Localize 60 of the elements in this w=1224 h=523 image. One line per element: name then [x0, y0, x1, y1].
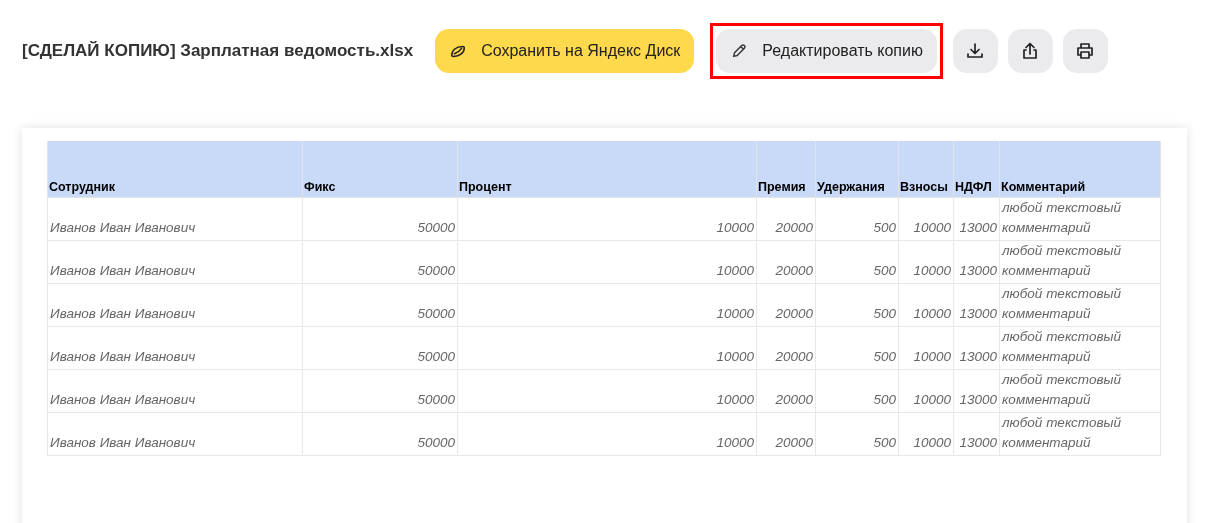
column-header: Премия — [756, 141, 816, 198]
table-cell: 50000 — [302, 412, 458, 456]
table-cell: Иванов Иван Иванович — [47, 197, 303, 241]
table-cell: 20000 — [756, 326, 816, 370]
table-cell: 10000 — [457, 326, 757, 370]
print-button[interactable] — [1062, 29, 1108, 73]
column-header: Сотрудник — [47, 141, 303, 198]
download-button[interactable] — [952, 29, 998, 73]
download-icon — [965, 41, 986, 61]
table-cell: 20000 — [756, 412, 816, 456]
share-button[interactable] — [1007, 29, 1053, 73]
table-cell: 20000 — [756, 369, 816, 413]
table-cell: 500 — [815, 283, 899, 327]
table-cell: 13000 — [953, 412, 1000, 456]
edit-copy-button[interactable]: Редактировать копию — [716, 29, 937, 73]
table-cell: 500 — [815, 197, 899, 241]
table-cell: 500 — [815, 412, 899, 456]
table-cell: 10000 — [457, 412, 757, 456]
table-cell: Иванов Иван Иванович — [47, 240, 303, 284]
column-header: Комментарий — [999, 141, 1161, 198]
column-header: Процент — [457, 141, 757, 198]
table-cell: любой текстовый комментарий — [999, 412, 1161, 456]
table-cell: 50000 — [302, 369, 458, 413]
table-cell: 500 — [815, 240, 899, 284]
column-header: Фикс — [302, 141, 458, 198]
table-cell: Иванов Иван Иванович — [47, 283, 303, 327]
table-cell: 10000 — [898, 369, 954, 413]
column-header: Взносы — [898, 141, 954, 198]
table-cell: 20000 — [756, 197, 816, 241]
table-cell: 10000 — [898, 283, 954, 327]
table-cell: 13000 — [953, 283, 1000, 327]
document-title: [СДЕЛАЙ КОПИЮ] Зарплатная ведомость.xlsx — [22, 41, 414, 61]
table-cell: Иванов Иван Иванович — [47, 369, 303, 413]
table-cell: 13000 — [953, 240, 1000, 284]
table-cell: 13000 — [953, 369, 1000, 413]
table-cell: 50000 — [302, 240, 458, 284]
table-cell: 10000 — [898, 326, 954, 370]
table-cell: 20000 — [756, 240, 816, 284]
table-cell: 50000 — [302, 197, 458, 241]
pencil-icon — [730, 42, 749, 60]
table-cell: 10000 — [457, 197, 757, 241]
table-cell: 50000 — [302, 283, 458, 327]
table-cell: 10000 — [898, 197, 954, 241]
table-cell: 10000 — [457, 283, 757, 327]
table-cell: 500 — [815, 369, 899, 413]
table-cell: 10000 — [457, 369, 757, 413]
table-cell: Иванов Иван Иванович — [47, 412, 303, 456]
table-cell: Иванов Иван Иванович — [47, 326, 303, 370]
column-header: Удержания — [815, 141, 899, 198]
column-header: НДФЛ — [953, 141, 1000, 198]
table-cell: 20000 — [756, 283, 816, 327]
table-cell: 10000 — [898, 240, 954, 284]
table-cell: 50000 — [302, 326, 458, 370]
table-cell: 10000 — [457, 240, 757, 284]
table-cell: 13000 — [953, 197, 1000, 241]
print-icon — [1075, 41, 1096, 61]
table-cell: 10000 — [898, 412, 954, 456]
table-cell: 500 — [815, 326, 899, 370]
table-cell: 13000 — [953, 326, 1000, 370]
save-to-disk-button[interactable]: Сохранить на Яндекс Диск — [435, 29, 695, 73]
